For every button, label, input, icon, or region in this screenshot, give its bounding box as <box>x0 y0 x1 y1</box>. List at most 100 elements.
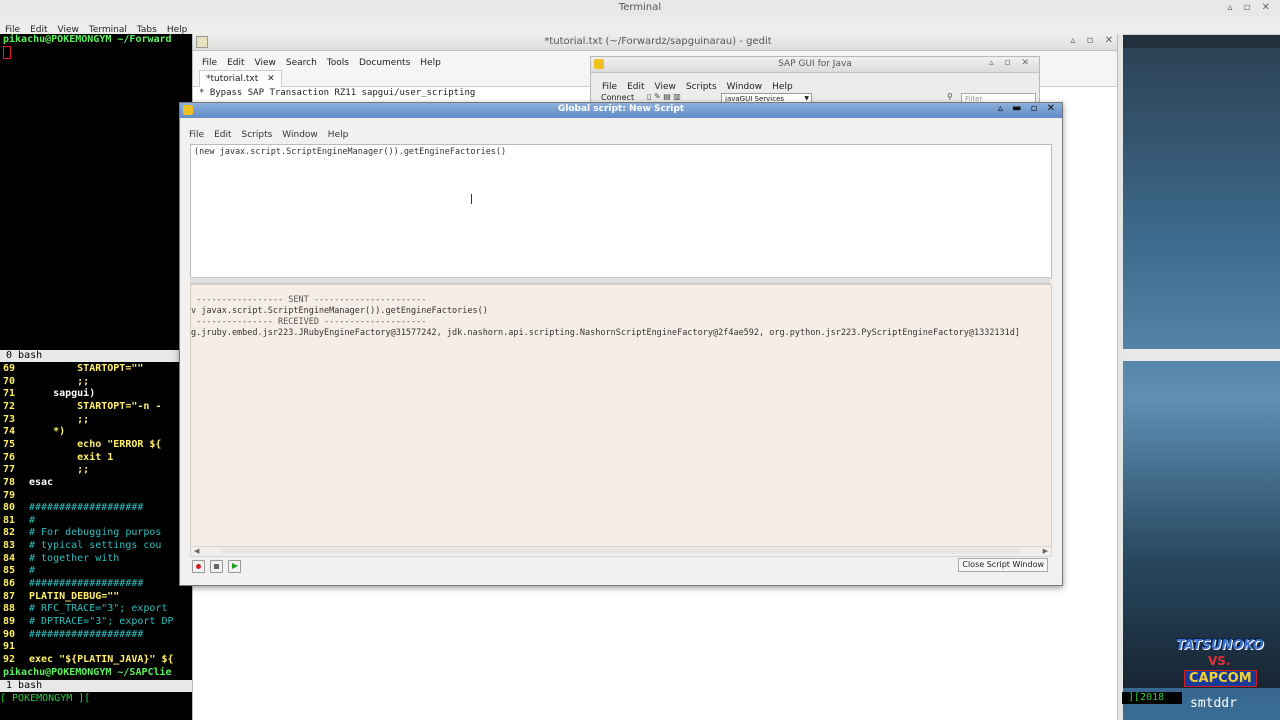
gs-menu-edit[interactable]: Edit <box>209 130 236 140</box>
line-number: 75 <box>3 438 16 450</box>
watermark-logo: TATSUNOKO VS. CAPCOM smtddr <box>1172 630 1272 711</box>
gedit-menu-edit[interactable]: Edit <box>222 55 249 68</box>
terminal-title: Terminal <box>618 2 662 13</box>
line-number: 72 <box>3 400 16 412</box>
code-line: 72 STARTOPT="-n - <box>3 401 161 414</box>
line-text: ;; <box>29 413 90 425</box>
code-line: 74 *) <box>3 426 65 439</box>
gedit-tab-label: *tutorial.txt <box>206 74 259 84</box>
line-number: 79 <box>3 489 16 501</box>
code-line: 76 exit 1 <box>3 452 113 465</box>
gs-menu-file[interactable]: File <box>184 130 209 140</box>
sapgui-window[interactable]: SAP GUI for Java ▵ ▫ ✕ File Edit View Scrip… <box>590 56 1040 108</box>
code-line: 73 ;; <box>3 414 89 427</box>
line-text: # together with <box>29 552 120 564</box>
tmux-status-bar: [ POKEMONGYM ][ <box>0 693 192 705</box>
run-button[interactable] <box>228 560 241 573</box>
line-number: 84 <box>3 552 16 564</box>
stop-icon <box>214 564 219 569</box>
line-number: 82 <box>3 527 16 539</box>
code-line: 80 ################### <box>3 502 143 515</box>
connect-button[interactable]: Connect <box>601 93 634 102</box>
line-number: 90 <box>3 628 16 640</box>
line-text: STARTOPT="" <box>29 363 144 374</box>
output-sent-line: v javax.script.ScriptEngineManager()).ge… <box>191 306 488 316</box>
scrollbar-thumb[interactable] <box>221 548 1021 554</box>
gs-menu-window[interactable]: Window <box>277 130 323 140</box>
terminal-cursor <box>3 46 11 59</box>
gedit-menu-help[interactable]: Help <box>415 55 446 68</box>
gedit-window-controls[interactable]: ▵ ▫ ✕ <box>1070 35 1117 46</box>
code-line: 88 # RFC_TRACE="3"; export <box>3 603 167 616</box>
gedit-menu-view[interactable]: View <box>250 55 281 68</box>
stop-button[interactable] <box>210 560 223 573</box>
sapgui-title: SAP GUI for Java <box>778 59 852 69</box>
line-text: ################### <box>29 502 144 514</box>
code-line: 79 <box>3 490 29 503</box>
scroll-right-icon[interactable]: ▶ <box>1043 547 1048 555</box>
gedit-titlebar[interactable]: *tutorial.txt (~/Forwardz/sapguinarau) -… <box>193 34 1123 51</box>
line-text: # RFC_TRACE="3"; export <box>29 603 168 615</box>
code-line: 77 ;; <box>3 464 89 477</box>
tmux-pane-label-0: 0 bash <box>0 350 192 362</box>
line-text: ;; <box>29 375 90 387</box>
line-number: 83 <box>3 540 16 552</box>
line-number: 73 <box>3 413 16 425</box>
line-number: 87 <box>3 590 16 602</box>
script-output[interactable]: ----------------- SENT -----------------… <box>190 284 1052 548</box>
gs-menu-scripts[interactable]: Scripts <box>237 130 278 140</box>
line-number: 74 <box>3 426 16 438</box>
global-script-window-controls[interactable]: ▵ ▬ ▫ ✕ <box>998 103 1058 114</box>
gedit-menu-documents[interactable]: Documents <box>354 55 415 68</box>
code-line: 82 # For debugging purpos <box>3 527 161 540</box>
gs-menu-help[interactable]: Help <box>323 130 354 140</box>
line-number: 78 <box>3 476 16 488</box>
output-horizontal-scrollbar[interactable]: ◀ ▶ <box>190 546 1052 557</box>
global-script-titlebar[interactable]: Global script: New Script ▵ ▬ ▫ ✕ <box>180 103 1062 118</box>
logo-capcom-text: CAPCOM <box>1184 670 1257 687</box>
sapgui-titlebar[interactable]: SAP GUI for Java ▵ ▫ ✕ <box>591 57 1039 73</box>
code-line: 86 ################### <box>3 578 143 591</box>
search-icon: ⚲ <box>947 92 953 101</box>
close-script-window-button[interactable]: Close Script Window <box>958 558 1048 572</box>
close-icon[interactable]: ✕ <box>267 74 275 84</box>
terminal-window-controls[interactable]: ▵ ▫ ✕ <box>1227 2 1274 13</box>
pane-splitter[interactable] <box>190 277 1050 284</box>
code-line: 70 ;; <box>3 376 89 389</box>
line-number: 88 <box>3 603 16 615</box>
terminal-menubar: File Edit View Terminal Tabs Help <box>0 17 1280 35</box>
line-number: 71 <box>3 388 16 400</box>
terminal-pane[interactable]: pikachu@POKEMONGYM ~/Forward 0 bash 69 S… <box>0 34 192 720</box>
line-number: 77 <box>3 464 16 476</box>
script-editor[interactable]: (new javax.script.ScriptEngineManager())… <box>190 144 1052 279</box>
terminal-titlebar[interactable]: Terminal ▵ ▫ ✕ <box>0 0 1280 18</box>
line-text: *) <box>29 426 66 438</box>
gedit-menu-search[interactable]: Search <box>281 55 322 68</box>
global-script-window[interactable]: Global script: New Script ▵ ▬ ▫ ✕ File Ed… <box>179 102 1063 586</box>
line-text: # typical settings cou <box>29 540 162 552</box>
signature-text: smtddr <box>1190 696 1237 711</box>
output-received-header: --------------- RECEIVED ---------------… <box>191 317 427 327</box>
record-icon <box>196 564 201 569</box>
gedit-tab-tutorial[interactable]: *tutorial.txt ✕ <box>199 70 282 87</box>
code-line: 71 sapgui) <box>3 388 95 401</box>
output-received-line: g.jruby.embed.jsr223.JRubyEngineFactory@… <box>191 328 1021 338</box>
gedit-menu-tools[interactable]: Tools <box>322 55 354 68</box>
tmux-pane-label-1: 1 bash <box>0 680 192 692</box>
record-button[interactable] <box>192 560 205 573</box>
code-line: 69 STARTOPT="" <box>3 363 143 376</box>
sapgui-window-controls[interactable]: ▵ ▫ ✕ <box>989 58 1033 68</box>
wallpaper-sky <box>1122 48 1280 688</box>
line-text: exec "${PLATIN_JAVA}" ${ <box>29 653 174 665</box>
gedit-title: *tutorial.txt (~/Forwardz/sapguinarau) -… <box>544 36 772 47</box>
scroll-left-icon[interactable]: ◀ <box>194 547 199 555</box>
code-line: 92 exec "${PLATIN_JAVA}" ${ <box>3 654 174 667</box>
code-line: 91 <box>3 641 29 654</box>
gedit-menu-file[interactable]: File <box>193 55 222 68</box>
line-number: 80 <box>3 502 16 514</box>
gedit-scrollbar[interactable] <box>1117 34 1123 720</box>
line-text: # For debugging purpos <box>29 527 162 539</box>
toolbar-icons[interactable]: ▯ ✎ ▤ ▥ <box>647 92 681 101</box>
line-text: esac <box>29 476 54 488</box>
code-line: 87 PLATIN_DEBUG="" <box>3 591 119 604</box>
